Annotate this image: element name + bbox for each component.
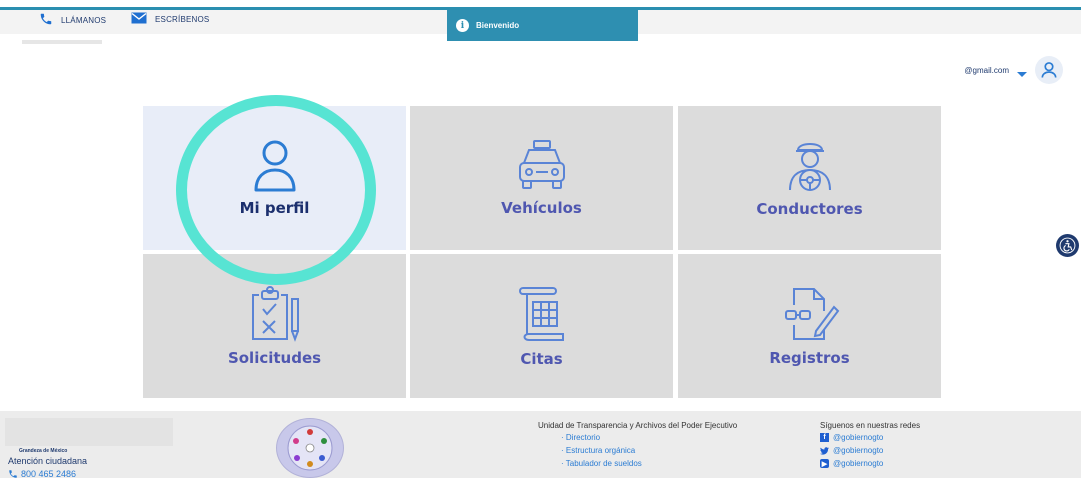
taxi-icon (518, 140, 565, 189)
tile-vehiculos[interactable]: Vehículos (410, 106, 673, 250)
chevron-down-icon[interactable] (1017, 71, 1027, 77)
user-menu[interactable]: @gmail.com (964, 56, 1063, 84)
transparency-title: Unidad de Transparencia y Archivos del P… (538, 421, 738, 430)
accessibility-icon[interactable] (1056, 234, 1079, 257)
social-handle: @gobiernogto (833, 459, 884, 468)
tile-citas[interactable]: Citas (410, 254, 673, 398)
footer-link-tabulador[interactable]: · Tabulador de sueldos (561, 459, 642, 468)
facebook-icon: f (820, 433, 829, 442)
footer-link-directorio[interactable]: · Directorio (561, 433, 600, 442)
social-link-youtube[interactable]: ▶ @gobiernogto (820, 459, 883, 468)
tile-label: Registros (769, 349, 850, 367)
tile-label: Solicitudes (227, 349, 322, 367)
write-us-link[interactable]: ESCRÍBENOS (131, 12, 209, 26)
welcome-toast: i Bienvenido (447, 10, 638, 41)
youtube-icon: ▶ (820, 459, 829, 468)
tile-label: Vehículos (501, 199, 582, 217)
dashboard-grid: Mi perfil Vehículos Conductores Solicitu… (143, 106, 941, 398)
toast-message: Bienvenido (476, 21, 520, 30)
footer-link-estructura[interactable]: · Estructura orgánica (561, 446, 635, 455)
calendar-scroll-icon (518, 287, 564, 341)
header-logo-placeholder (22, 40, 102, 44)
user-email: @gmail.com (964, 65, 1009, 75)
footer-brand: Grandeza de México (19, 448, 68, 454)
social-link-twitter[interactable]: @gobiernogto (820, 446, 883, 455)
tile-solicitudes[interactable]: Solicitudes (143, 254, 406, 398)
envelope-icon (131, 12, 147, 26)
tile-label: Citas (520, 350, 563, 368)
user-avatar[interactable] (1035, 56, 1063, 84)
write-us-label: ESCRÍBENOS (155, 14, 210, 24)
driver-icon (788, 143, 831, 191)
tile-conductores[interactable]: Conductores (678, 106, 941, 250)
equality-seal-icon (276, 418, 344, 478)
social-handle: @gobiernogto (833, 433, 884, 442)
tile-label: Conductores (756, 200, 863, 218)
call-us-label: LLÁMANOS (61, 15, 107, 25)
clipboard-checklist-icon (251, 286, 299, 342)
footer-logo-placeholder (5, 418, 173, 446)
footer-attention: Atención ciudadana (8, 456, 88, 466)
social-handle: @gobiernogto (833, 446, 884, 455)
social-link-facebook[interactable]: f @gobiernogto (820, 433, 883, 442)
tile-mi-perfil[interactable]: Mi perfil (143, 106, 406, 250)
call-us-link[interactable]: LLÁMANOS (39, 12, 106, 28)
user-icon (254, 140, 295, 192)
info-icon: i (456, 19, 469, 32)
tile-registros[interactable]: Registros (678, 254, 941, 398)
tile-label: Mi perfil (239, 199, 310, 217)
social-title: Síguenos en nuestras redes (820, 421, 921, 430)
user-icon (1041, 62, 1057, 78)
phone-icon (39, 12, 53, 28)
document-edit-icon (784, 288, 839, 340)
twitter-icon (820, 446, 829, 455)
